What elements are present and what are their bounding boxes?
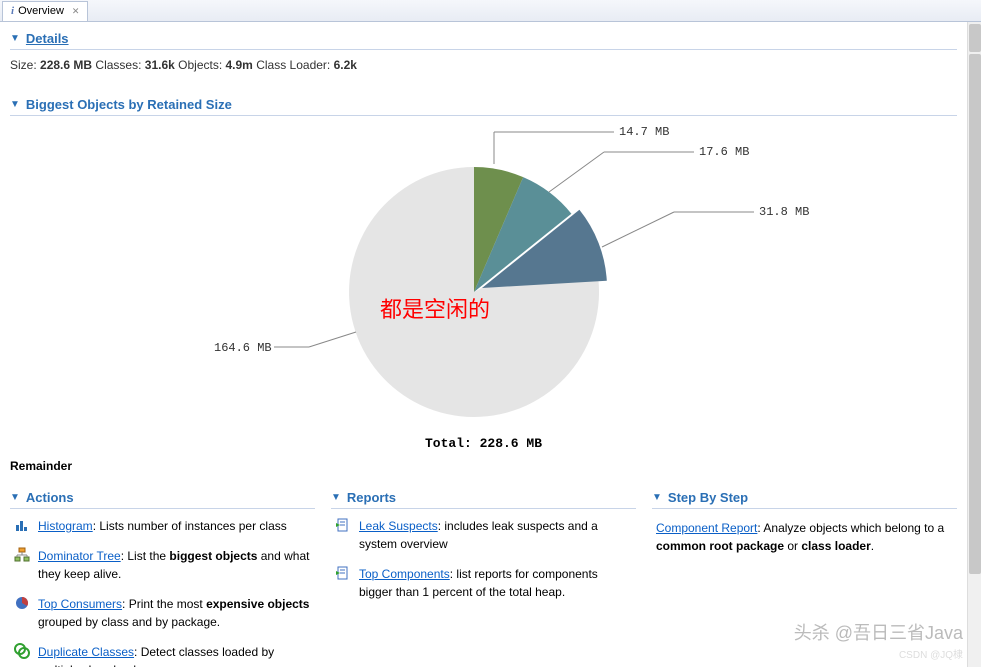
histogram-icon	[14, 517, 30, 533]
section-title: Step By Step	[668, 490, 748, 505]
tab-label: Overview	[18, 5, 64, 17]
slice-label-3: 31.8 MB	[759, 205, 809, 219]
info-icon: i	[11, 5, 14, 17]
twisty-icon: ▼	[652, 492, 662, 503]
report-leak: Leak Suspects: includes leak suspects an…	[331, 509, 636, 557]
twisty-icon: ▼	[331, 492, 341, 503]
action-histogram: Histogram: Lists number of instances per…	[10, 509, 315, 539]
twisty-icon: ▼	[10, 492, 20, 503]
section-reports-header[interactable]: ▼ Reports	[331, 487, 636, 509]
tab-bar: i Overview ✕	[0, 0, 981, 22]
link-component[interactable]: Component Report	[656, 521, 757, 535]
duplicate-icon	[14, 643, 30, 659]
content-pane: ▼ Details Size: 228.6 MB Classes: 31.6k …	[0, 22, 967, 667]
watermark-small: CSDN @JQ棣	[899, 646, 963, 661]
chart-total: Total: 228.6 MB	[10, 436, 957, 451]
link-histogram[interactable]: Histogram	[38, 519, 93, 533]
close-icon[interactable]: ✕	[72, 6, 80, 17]
slice-label-0: 164.6 MB	[214, 341, 272, 355]
section-title: Details	[26, 31, 69, 46]
col-reports: ▼ Reports Leak Suspects: includes leak s…	[331, 487, 636, 667]
pie-icon	[14, 595, 30, 611]
action-consumers: Top Consumers: Print the most expensive …	[10, 587, 315, 635]
link-duplicate[interactable]: Duplicate Classes	[38, 645, 134, 659]
link-dominator[interactable]: Dominator Tree	[38, 549, 121, 563]
section-step-header[interactable]: ▼ Step By Step	[652, 487, 957, 509]
col-actions: ▼ Actions Histogram: Lists number of ins…	[10, 487, 315, 667]
chart-annotation: 都是空闲的	[380, 292, 490, 324]
section-title: Reports	[347, 490, 396, 505]
action-duplicate: Duplicate Classes: Detect classes loaded…	[10, 635, 315, 667]
section-title: Actions	[26, 490, 74, 505]
slice-label-2: 17.6 MB	[699, 145, 749, 159]
section-actions-header[interactable]: ▼ Actions	[10, 487, 315, 509]
tree-icon	[14, 547, 30, 563]
twisty-icon: ▼	[10, 33, 20, 44]
step-component: Component Report: Analyze objects which …	[652, 509, 957, 559]
report-icon	[335, 517, 351, 533]
twisty-icon: ▼	[10, 99, 20, 110]
scrollbar[interactable]	[967, 22, 981, 667]
remainder-label: Remainder	[10, 451, 957, 487]
report-top: Top Components: list reports for compone…	[331, 557, 636, 605]
link-consumers[interactable]: Top Consumers	[38, 597, 122, 611]
action-dominator: Dominator Tree: List the biggest objects…	[10, 539, 315, 587]
section-details-header[interactable]: ▼ Details	[10, 28, 957, 50]
section-biggest-header[interactable]: ▼ Biggest Objects by Retained Size	[10, 94, 957, 116]
watermark: 头杀 @吾日三省Java	[794, 619, 963, 645]
pie-chart: 14.7 MB 17.6 MB 31.8 MB 164.6 MB 都是空闲的	[10, 122, 957, 432]
scrollbar-thumb[interactable]	[969, 54, 981, 574]
details-summary: Size: 228.6 MB Classes: 31.6k Objects: 4…	[10, 50, 957, 80]
link-leak[interactable]: Leak Suspects	[359, 519, 438, 533]
report-icon	[335, 565, 351, 581]
slice-label-1: 14.7 MB	[619, 125, 669, 139]
tab-overview[interactable]: i Overview ✕	[2, 1, 88, 21]
section-title: Biggest Objects by Retained Size	[26, 97, 232, 112]
scroll-up-icon[interactable]	[969, 24, 981, 52]
link-top[interactable]: Top Components	[359, 567, 450, 581]
